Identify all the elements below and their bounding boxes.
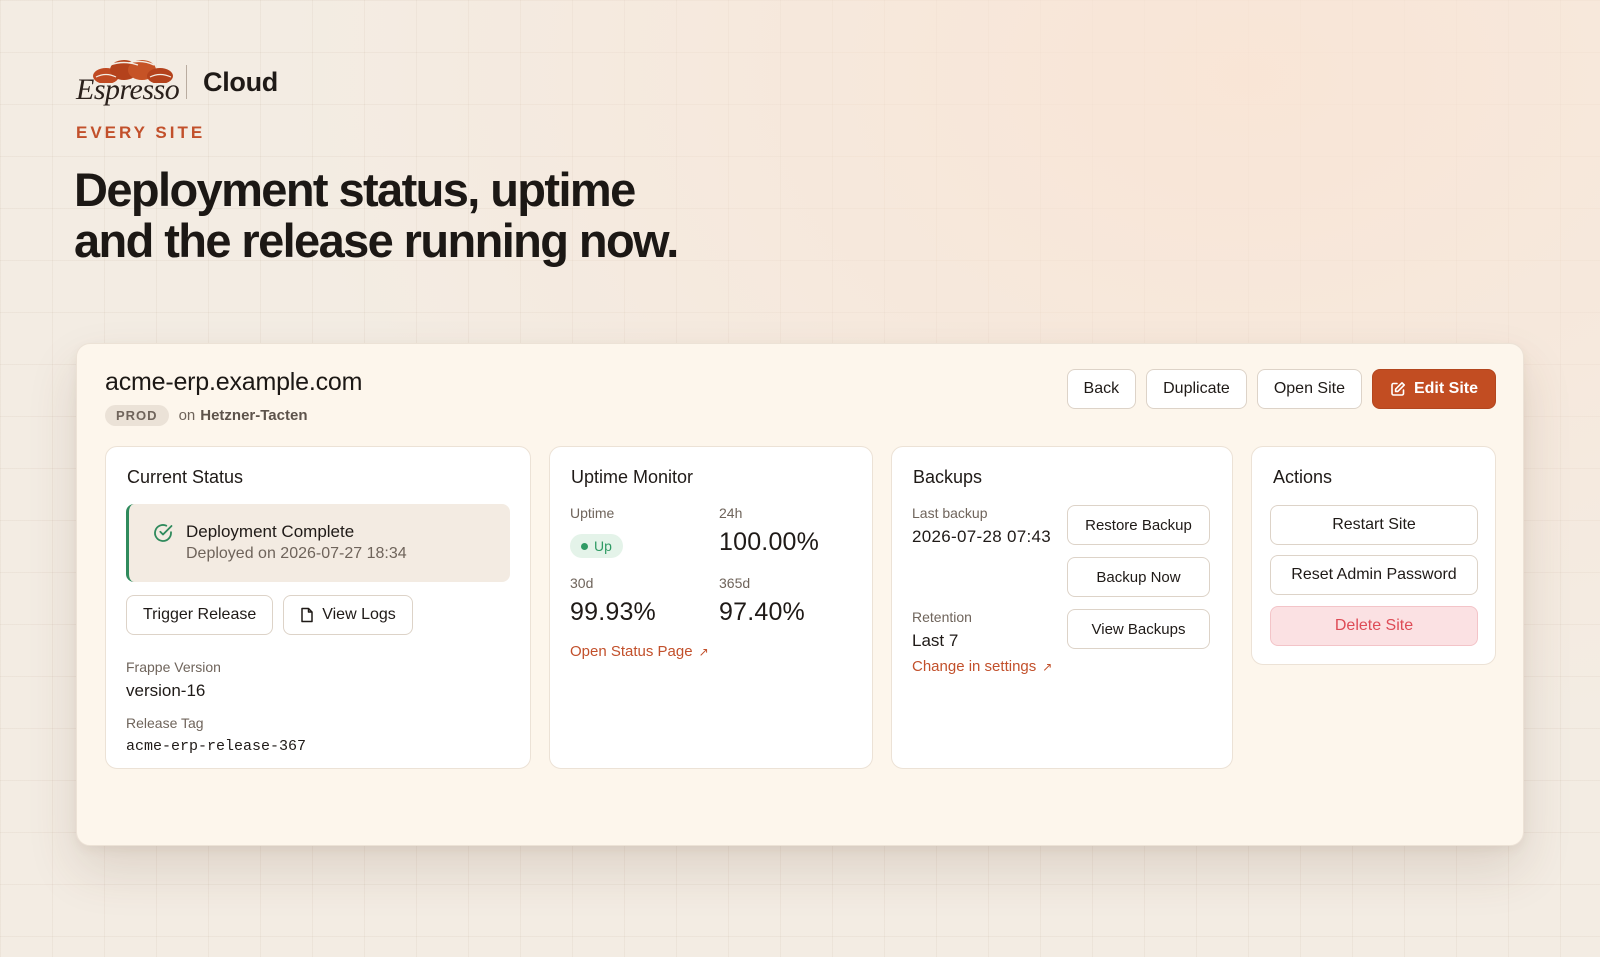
arrow-up-right-icon: ↗: [698, 644, 709, 659]
eyebrow: EVERY SITE: [76, 123, 206, 142]
file-icon: [301, 607, 313, 623]
view-logs-label: View Logs: [322, 606, 396, 623]
deployment-status-title: Deployment Complete: [186, 522, 355, 541]
restart-site-button[interactable]: Restart Site: [1270, 505, 1478, 545]
open-status-page-link[interactable]: Open Status Page ↗: [570, 643, 709, 660]
current-status-card: Current Status Deployment Complete Deplo…: [105, 446, 531, 769]
edit-icon: [1391, 382, 1405, 396]
last-backup-label: Last backup: [912, 505, 988, 521]
arrow-up-right-icon: ↗: [1042, 659, 1053, 674]
backups-card: Backups Last backup 2026-07-28 07:43 Ret…: [891, 446, 1233, 769]
uptime-30d-label: 30d: [570, 575, 594, 591]
current-status-title: Current Status: [127, 467, 244, 487]
check-circle-icon: [154, 524, 173, 542]
logo-wordmark: Espresso: [76, 73, 180, 106]
retention-label: Retention: [912, 609, 972, 625]
view-logs-button[interactable]: View Logs: [283, 595, 413, 635]
deployment-status-subtitle: Deployed on 2026-07-27 18:34: [186, 545, 407, 562]
uptime-monitor-card: Uptime Monitor Uptime Up 24h 100.00% 30d…: [549, 446, 873, 769]
status-dot: [581, 542, 588, 550]
uptime-30d-value: 99.93%: [570, 598, 656, 626]
release-tag-value: acme-erp-release-367: [126, 738, 307, 755]
uptime-monitor-title: Uptime Monitor: [571, 467, 694, 487]
frappe-version-value: version-16: [126, 681, 206, 700]
header-actions: Back Duplicate Open Site Edit Site: [1066, 369, 1496, 409]
last-backup-value: 2026-07-28 07:43: [912, 527, 1052, 546]
delete-site-button[interactable]: Delete Site: [1270, 606, 1478, 646]
espresso-logo: Espresso: [76, 55, 180, 109]
server-on-label: on: [178, 407, 196, 424]
site-name: acme-erp.example.com: [105, 368, 363, 396]
change-settings-label: Change in settings: [912, 658, 1037, 675]
site-panel: acme-erp.example.com PROD on Hetzner-Tac…: [76, 343, 1524, 846]
retention-value: Last 7: [912, 631, 959, 650]
brand-product: Cloud: [203, 66, 278, 97]
headline: Deployment status, uptime and the releas…: [74, 164, 874, 266]
actions-card: Actions Restart Site Reset Admin Passwor…: [1251, 446, 1496, 665]
release-tag-label: Release Tag: [126, 715, 204, 731]
backup-now-button[interactable]: Backup Now: [1067, 557, 1210, 597]
open-status-page-label: Open Status Page: [570, 643, 693, 660]
duplicate-button[interactable]: Duplicate: [1146, 369, 1247, 409]
restore-backup-button[interactable]: Restore Backup: [1067, 505, 1210, 545]
reset-admin-password-button[interactable]: Reset Admin Password: [1270, 555, 1478, 595]
environment-badge: PROD: [105, 405, 169, 426]
uptime-24h-value: 100.00%: [719, 528, 820, 556]
edit-site-button[interactable]: Edit Site: [1371, 369, 1496, 409]
uptime-365d-value: 97.40%: [719, 598, 805, 626]
change-settings-link[interactable]: Change in settings ↗: [912, 658, 1052, 675]
headline-line-1: Deployment status, uptime: [74, 163, 636, 216]
brand-divider: [186, 65, 187, 99]
server-name: Hetzner-Tacten: [200, 407, 308, 424]
view-backups-button[interactable]: View Backups: [1067, 609, 1210, 649]
site-meta: PROD on Hetzner-Tacten: [105, 405, 308, 426]
status-buttons: Trigger Release View Logs: [126, 595, 413, 635]
back-button[interactable]: Back: [1066, 369, 1137, 409]
trigger-release-button[interactable]: Trigger Release: [126, 595, 274, 635]
uptime-24h-label: 24h: [719, 505, 743, 521]
uptime-status-text: Up: [594, 538, 612, 554]
uptime-label: Uptime: [570, 505, 615, 521]
actions-title: Actions: [1273, 467, 1333, 487]
uptime-status-badge: Up: [570, 534, 623, 558]
backups-title: Backups: [913, 467, 983, 487]
brand: Espresso Cloud: [76, 55, 278, 109]
headline-line-2: and the release running now.: [74, 214, 679, 267]
frappe-version-label: Frappe Version: [126, 659, 221, 675]
open-site-button[interactable]: Open Site: [1256, 369, 1362, 409]
edit-site-label: Edit Site: [1413, 380, 1478, 397]
deployment-status-box: Deployment Complete Deployed on 2026-07-…: [126, 504, 510, 582]
uptime-365d-label: 365d: [719, 575, 751, 591]
